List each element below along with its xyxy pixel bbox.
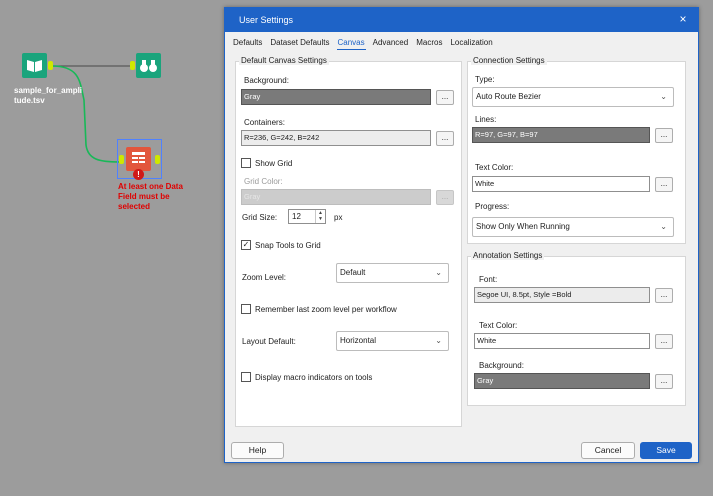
connection-type-label: Type: <box>475 75 495 84</box>
grid-size-stepper[interactable]: 12 ▲ ▼ <box>288 209 326 224</box>
error-icon: ! <box>133 169 144 180</box>
save-button[interactable]: Save <box>640 442 692 459</box>
grid-color-label: Grid Color: <box>244 177 283 186</box>
help-button[interactable]: Help <box>231 442 284 459</box>
lines-browse-button[interactable]: ... <box>655 128 673 143</box>
layout-default-label: Layout Default: <box>242 337 296 346</box>
grid-size-label: Grid Size: <box>242 213 278 222</box>
macro-indicators-label: Display macro indicators on tools <box>255 373 373 382</box>
grid-color-browse-button: ... <box>436 190 454 205</box>
background-label: Background: <box>244 76 289 85</box>
connection-type-value: Auto Route Bezier <box>476 92 541 101</box>
connection-text-color-label: Text Color: <box>475 163 514 172</box>
layout-default-select[interactable]: Horizontal ⌄ <box>336 331 449 351</box>
progress-select[interactable]: Show Only When Running ⌄ <box>472 217 674 237</box>
containers-field[interactable]: R=236, G=242, B=242 <box>241 130 431 146</box>
annotation-background-field[interactable]: Gray <box>474 373 650 389</box>
grid-size-value: 12 <box>292 212 301 221</box>
error-message: At least one Data Field must be selected <box>118 182 183 211</box>
grid-size-unit: px <box>334 213 343 222</box>
zoom-level-select[interactable]: Default ⌄ <box>336 263 449 283</box>
tab-localization[interactable]: Localization <box>449 38 493 50</box>
annotation-text-color-label: Text Color: <box>479 321 518 330</box>
remember-zoom-checkbox[interactable] <box>241 304 251 314</box>
annotation-font-field[interactable]: Segoe UI, 8.5pt, Style =Bold <box>474 287 650 303</box>
output-anchor[interactable] <box>48 61 53 70</box>
background-browse-button[interactable]: ... <box>436 90 454 105</box>
zoom-level-value: Default <box>340 268 366 277</box>
dialog-title: User Settings <box>239 15 294 25</box>
annotation-settings-group: Annotation Settings Font: Segoe UI, 8.5p… <box>467 251 686 406</box>
output-anchor[interactable] <box>155 155 160 164</box>
user-settings-dialog: User Settings × Defaults Dataset Default… <box>224 7 699 463</box>
progress-label: Progress: <box>475 202 510 211</box>
book-icon <box>27 60 42 72</box>
layout-default-value: Horizontal <box>340 336 377 345</box>
snap-to-grid-label: Snap Tools to Grid <box>255 241 321 250</box>
annotation-font-label: Font: <box>479 275 498 284</box>
connection-type-select[interactable]: Auto Route Bezier ⌄ <box>472 87 674 107</box>
show-grid-checkbox[interactable] <box>241 158 251 168</box>
lines-label: Lines: <box>475 115 497 124</box>
table-icon <box>132 152 145 163</box>
annotation-text-color-browse-button[interactable]: ... <box>655 334 673 349</box>
containers-browse-button[interactable]: ... <box>436 131 454 146</box>
snap-to-grid-checkbox[interactable]: ✓ <box>241 240 251 250</box>
close-icon[interactable]: × <box>676 12 690 26</box>
grid-color-field: Gray <box>241 189 431 205</box>
macro-indicators-checkbox[interactable] <box>241 372 251 382</box>
cancel-button[interactable]: Cancel <box>581 442 635 459</box>
annotation-background-label: Background: <box>479 361 524 370</box>
input-data-tool[interactable] <box>22 53 47 78</box>
stepper-arrows-icon[interactable]: ▲ ▼ <box>315 210 325 223</box>
annotation-text-color-field[interactable]: White <box>474 333 650 349</box>
remember-zoom-label: Remember last zoom level per workflow <box>255 305 397 314</box>
transform-tool[interactable] <box>126 147 151 171</box>
progress-value: Show Only When Running <box>476 222 570 231</box>
default-canvas-group: Default Canvas Settings Background: Gray… <box>235 56 462 427</box>
connection-text-color-field[interactable]: White <box>472 176 650 192</box>
chevron-down-icon: ⌄ <box>660 222 667 231</box>
annotation-background-browse-button[interactable]: ... <box>655 374 673 389</box>
group-title: Annotation Settings <box>471 251 545 260</box>
tab-dataset-defaults[interactable]: Dataset Defaults <box>269 38 330 50</box>
input-tool-label: sample_for_ampli tude.tsv <box>14 86 83 105</box>
group-title: Connection Settings <box>471 56 547 65</box>
tab-advanced[interactable]: Advanced <box>372 38 410 50</box>
zoom-level-label: Zoom Level: <box>242 273 287 282</box>
connection-text-color-browse-button[interactable]: ... <box>655 177 673 192</box>
chevron-down-icon: ⌄ <box>660 92 667 101</box>
input-anchor[interactable] <box>119 155 124 164</box>
tab-canvas[interactable]: Canvas <box>336 38 366 50</box>
background-field[interactable]: Gray <box>241 89 431 105</box>
chevron-down-icon: ⌄ <box>435 268 442 277</box>
connection-settings-group: Connection Settings Type: Auto Route Bez… <box>467 56 686 244</box>
show-grid-label: Show Grid <box>255 159 293 168</box>
chevron-down-icon: ⌄ <box>435 336 442 345</box>
dialog-titlebar[interactable]: User Settings × <box>225 8 698 32</box>
annotation-font-browse-button[interactable]: ... <box>655 288 673 303</box>
settings-tabs: Defaults Dataset Defaults Canvas Advance… <box>232 38 494 52</box>
binoculars-icon <box>140 60 157 72</box>
containers-label: Containers: <box>244 118 285 127</box>
tab-defaults[interactable]: Defaults <box>232 38 263 50</box>
tab-macros[interactable]: Macros <box>415 38 443 50</box>
input-anchor[interactable] <box>130 61 135 70</box>
group-title: Default Canvas Settings <box>239 56 329 65</box>
lines-color-field[interactable]: R=97, G=97, B=97 <box>472 127 650 143</box>
browse-tool[interactable] <box>136 53 161 78</box>
